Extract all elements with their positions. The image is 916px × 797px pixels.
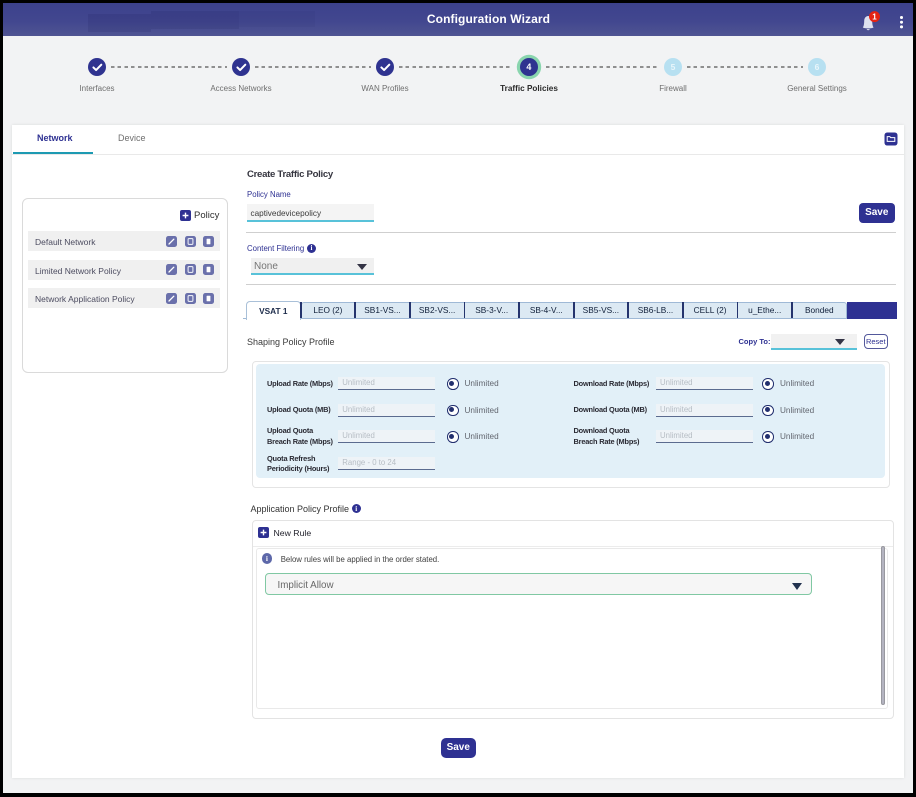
svg-text:1: 1	[872, 12, 877, 21]
